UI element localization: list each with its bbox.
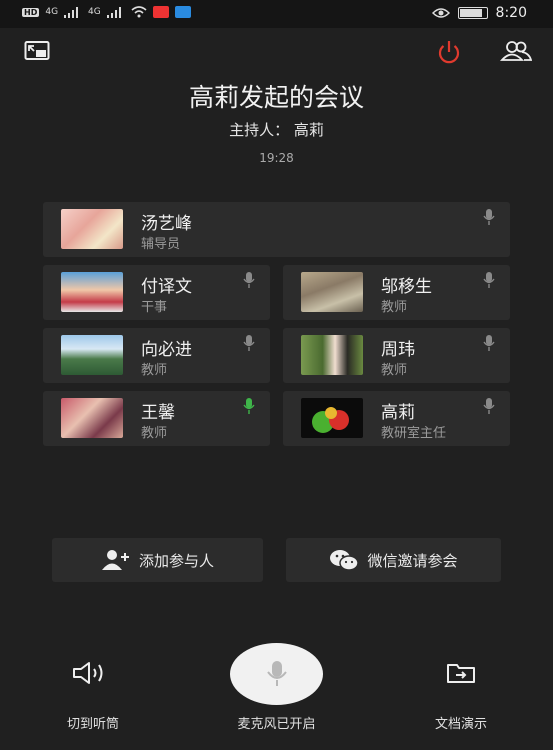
mic-active-icon (243, 398, 255, 414)
battery-icon (457, 7, 488, 19)
meeting-duration: 19:28 (259, 151, 294, 165)
apple-picture (312, 407, 349, 433)
avatar (61, 209, 123, 249)
wechat-icon (330, 550, 360, 571)
hangup-icon[interactable] (435, 40, 463, 64)
participant-card[interactable]: 王馨 教师 (43, 391, 270, 446)
host-label: 主持人： 高莉 (229, 121, 324, 139)
microphone-icon (266, 661, 287, 686)
add-participant-button[interactable]: 添加参与人 (52, 538, 263, 582)
avatar (61, 335, 123, 375)
meeting-title: 高莉发起的会议 (188, 83, 364, 112)
minimize-window-icon[interactable] (24, 40, 50, 62)
participant-card[interactable]: 周玮 教师 (283, 328, 510, 383)
hd-badge: HD (22, 7, 40, 17)
signal-icon (106, 6, 125, 18)
add-participant-label: 添加参与人 (138, 551, 214, 570)
microphone-toggle-button[interactable] (230, 643, 323, 705)
participant-card[interactable]: 邬移生 教师 (283, 265, 510, 320)
wechat-invite-label: 微信邀请参会 (367, 551, 458, 570)
participant-role: 教师 (381, 363, 408, 378)
earpiece-toggle-label[interactable]: 切到听筒 (46, 713, 140, 732)
mic-icon (483, 209, 495, 225)
network-label-1: 4G (45, 7, 59, 17)
mic-icon (483, 272, 495, 288)
eye-icon (431, 8, 450, 18)
participant-card[interactable]: 付译文 干事 (43, 265, 270, 320)
document-presentation-label[interactable]: 文档演示 (414, 713, 508, 732)
participant-role: 辅导员 (141, 237, 181, 252)
participant-name: 高莉 (381, 403, 415, 423)
mic-icon (243, 335, 255, 351)
status-bar: HD 4G 4G 8:20 (0, 0, 553, 28)
participant-name: 周玮 (381, 340, 415, 360)
avatar (61, 398, 123, 438)
wifi-icon (131, 6, 147, 18)
signal-icon (64, 6, 82, 18)
participant-name: 王馨 (141, 403, 175, 423)
add-user-icon (101, 550, 129, 570)
participant-card[interactable]: 汤艺峰 辅导员 (43, 202, 510, 257)
avatar (61, 272, 123, 312)
avatar (301, 398, 363, 438)
network-label-2: 4G (88, 7, 101, 17)
wechat-invite-button[interactable]: 微信邀请参会 (286, 538, 501, 582)
mic-icon (243, 272, 255, 288)
participant-role: 教师 (141, 426, 168, 441)
participants-icon[interactable] (500, 40, 532, 62)
recording-icon (152, 6, 169, 18)
document-presentation-icon[interactable] (446, 662, 476, 684)
participant-name: 付译文 (141, 277, 192, 297)
mic-icon (483, 335, 495, 351)
participant-role: 教研室主任 (381, 426, 447, 441)
participant-role: 教师 (141, 363, 168, 378)
speaker-icon[interactable] (72, 661, 110, 685)
mic-icon (483, 398, 495, 414)
app-notification-icon (174, 6, 191, 18)
participant-role: 教师 (381, 300, 408, 315)
participant-name: 向必进 (141, 340, 192, 360)
status-time: 8:20 (495, 5, 527, 21)
microphone-status-label: 麦克风已开启 (237, 717, 316, 732)
participant-name: 邬移生 (381, 277, 432, 297)
participant-name: 汤艺峰 (141, 214, 192, 234)
participant-role: 干事 (141, 300, 168, 315)
avatar (301, 272, 363, 312)
participant-card[interactable]: 向必进 教师 (43, 328, 270, 383)
avatar (301, 335, 363, 375)
participant-card[interactable]: 高莉 教研室主任 (283, 391, 510, 446)
